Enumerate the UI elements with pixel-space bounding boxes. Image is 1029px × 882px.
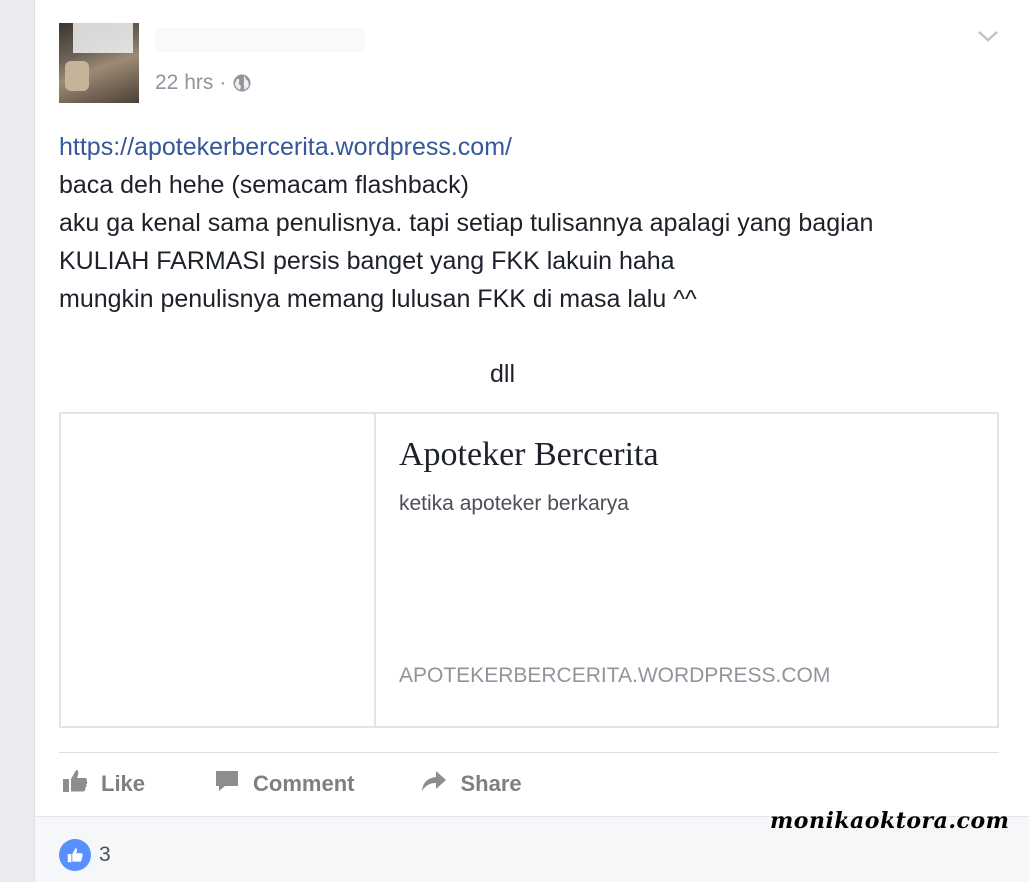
post-line-2: aku ga kenal sama penulisnya. tapi setia… — [59, 209, 874, 237]
link-preview-card[interactable]: Apoteker Bercerita ketika apoteker berka… — [59, 412, 999, 728]
share-button[interactable]: Share — [420, 767, 522, 801]
watermark: monikaoktora.com — [770, 808, 1010, 834]
post-card: 22 hrs · https://apotekerbercerita.wordp… — [34, 0, 1029, 882]
chevron-down-icon[interactable] — [977, 28, 999, 44]
link-preview-description: ketika apoteker berkarya — [399, 492, 629, 515]
share-icon — [420, 767, 448, 801]
comment-button[interactable]: Comment — [213, 767, 354, 801]
post-line-4: mungkin penulisnya memang lulusan FKK di… — [59, 285, 697, 313]
reaction-count[interactable]: 3 — [99, 843, 111, 867]
comment-icon — [213, 767, 241, 801]
post-body: https://apotekerbercerita.wordpress.com/… — [59, 128, 989, 318]
post-line-3: KULIAH FARMASI persis banget yang FKK la… — [59, 247, 675, 275]
author-name-redacted[interactable] — [155, 28, 365, 52]
post-line-1: baca deh hehe (semacam flashback) — [59, 171, 469, 199]
like-button[interactable]: Like — [61, 767, 145, 801]
thumbs-up-icon — [61, 767, 89, 801]
post-tail-text: dll — [490, 360, 516, 388]
avatar[interactable] — [59, 23, 139, 103]
thumbs-up-icon — [59, 839, 91, 871]
globe-icon[interactable] — [232, 73, 252, 93]
like-label: Like — [101, 771, 146, 796]
post-link[interactable]: https://apotekerbercerita.wordpress.com/ — [59, 133, 512, 161]
avatar-redaction — [73, 23, 133, 53]
share-label: Share — [460, 771, 522, 796]
comment-label: Comment — [253, 771, 355, 796]
post-timestamp[interactable]: 22 hrs — [155, 71, 213, 95]
actions-divider — [59, 752, 999, 753]
meta-separator: · — [219, 71, 227, 94]
avatar-detail — [65, 61, 89, 91]
link-preview-domain: APOTEKERBERCERITA.WORDPRESS.COM — [399, 664, 831, 687]
link-preview-thumbnail[interactable] — [61, 414, 376, 726]
action-bar: Like Comment Share — [59, 764, 522, 804]
link-preview-title[interactable]: Apoteker Bercerita — [399, 436, 659, 474]
post-meta: 22 hrs · — [155, 71, 252, 95]
